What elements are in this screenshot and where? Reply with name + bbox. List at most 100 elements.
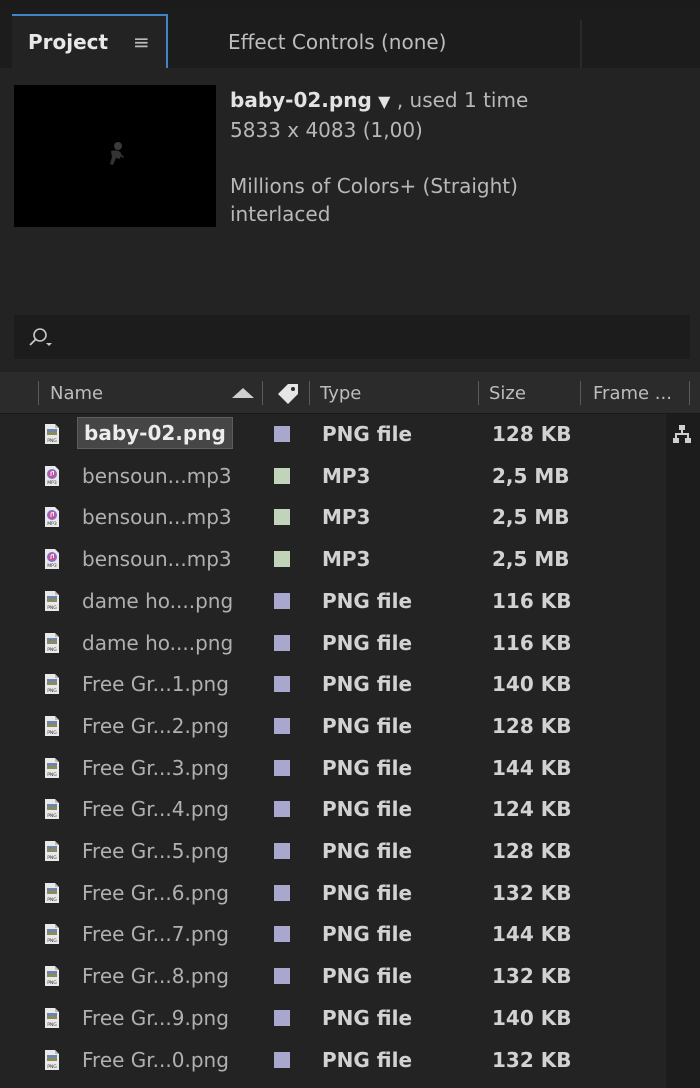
- project-item-row[interactable]: PNG Free Gr...9.png PNG file 140 KB: [0, 998, 666, 1040]
- project-item-row[interactable]: MP3 bensoun...mp3 MP3 2,5 MB: [0, 456, 666, 498]
- tab-project-label: Project: [28, 30, 109, 54]
- item-name[interactable]: Free Gr...2.png: [82, 714, 229, 738]
- item-size: 2,5 MB: [492, 463, 570, 488]
- item-type: PNG file: [322, 964, 413, 989]
- label-color-swatch[interactable]: [274, 1009, 290, 1026]
- label-color-swatch[interactable]: [274, 467, 290, 484]
- label-color-swatch[interactable]: [274, 509, 290, 526]
- project-item-row[interactable]: MP3 bensoun...mp3 MP3 2,5 MB: [0, 539, 666, 581]
- column-divider[interactable]: [38, 381, 39, 405]
- project-item-row[interactable]: PNG Free Gr...4.png PNG file 124 KB: [0, 789, 666, 831]
- column-divider[interactable]: [580, 381, 581, 405]
- panel-menu-icon[interactable]: ≡: [133, 30, 150, 54]
- svg-text:PNG: PNG: [47, 730, 57, 736]
- item-type: PNG file: [322, 797, 413, 822]
- project-item-row[interactable]: PNG baby-02.png PNG file 128 KB: [0, 414, 666, 456]
- project-item-row[interactable]: PNG Free Gr...6.png PNG file 132 KB: [0, 873, 666, 915]
- column-divider[interactable]: [478, 381, 479, 405]
- project-item-row[interactable]: MP3 bensoun...mp3 MP3 2,5 MB: [0, 497, 666, 539]
- list-right-gutter: [666, 414, 700, 1088]
- svg-text:PNG: PNG: [47, 897, 57, 903]
- item-name[interactable]: Free Gr...7.png: [82, 922, 229, 946]
- sort-ascending-icon[interactable]: [232, 388, 254, 398]
- item-size: 2,5 MB: [492, 505, 570, 530]
- column-divider[interactable]: [689, 381, 690, 405]
- item-name[interactable]: bensoun...mp3: [82, 505, 232, 529]
- flowchart-icon[interactable]: [672, 424, 692, 444]
- item-type: MP3: [322, 547, 371, 572]
- label-color-swatch[interactable]: [274, 884, 290, 901]
- png-file-icon: PNG: [44, 882, 60, 903]
- item-name[interactable]: Free Gr...3.png: [82, 756, 229, 780]
- png-file-icon: PNG: [44, 841, 60, 861]
- mp3-file-icon: MP3: [44, 507, 60, 528]
- project-item-row[interactable]: PNG dame ho....png PNG file 116 KB: [0, 581, 666, 623]
- item-name[interactable]: baby-02.png: [77, 417, 233, 449]
- project-item-row[interactable]: PNG dame ho....png PNG file 116 KB: [0, 623, 666, 665]
- item-name[interactable]: Free Gr...1.png: [82, 672, 229, 696]
- project-item-row[interactable]: PNG Free Gr...5.png PNG file 128 KB: [0, 831, 666, 873]
- label-color-swatch[interactable]: [274, 717, 290, 734]
- footage-filename[interactable]: baby-02.png: [230, 88, 372, 112]
- label-color-swatch[interactable]: [274, 843, 290, 859]
- item-type: PNG file: [322, 880, 413, 905]
- item-name[interactable]: Free Gr...6.png: [82, 881, 229, 905]
- item-name[interactable]: Free Gr...8.png: [82, 964, 229, 988]
- item-name[interactable]: Free Gr...0.png: [82, 1048, 229, 1072]
- baby-figure-thumbnail: [110, 142, 124, 165]
- item-type: PNG file: [322, 1005, 413, 1030]
- project-item-row[interactable]: PNG Free Gr...2.png PNG file 128 KB: [0, 706, 666, 748]
- project-item-row[interactable]: PNG Free Gr...3.png PNG file 144 KB: [0, 748, 666, 790]
- item-size: 140 KB: [492, 672, 572, 697]
- item-name[interactable]: Free Gr...5.png: [82, 839, 229, 863]
- column-divider[interactable]: [309, 381, 310, 405]
- search-icon[interactable]: [28, 327, 54, 349]
- label-color-swatch[interactable]: [274, 592, 290, 609]
- item-size: 128 KB: [492, 422, 572, 446]
- item-name[interactable]: dame ho....png: [82, 589, 233, 613]
- item-size: 144 KB: [492, 755, 572, 780]
- label-color-swatch[interactable]: [274, 676, 290, 693]
- tab-effect-controls[interactable]: Effect Controls (none): [228, 30, 447, 54]
- png-file-icon: PNG: [44, 757, 60, 778]
- png-file-icon: PNG: [44, 590, 60, 611]
- column-header-size[interactable]: Size: [489, 383, 526, 404]
- label-color-swatch[interactable]: [274, 801, 290, 818]
- column-divider[interactable]: [262, 381, 263, 405]
- footage-thumbnail: [14, 85, 216, 227]
- item-size: 132 KB: [492, 880, 572, 905]
- tab-project[interactable]: Project ≡: [12, 14, 168, 68]
- column-header-name[interactable]: Name: [50, 383, 103, 404]
- label-color-swatch[interactable]: [274, 551, 290, 568]
- dropdown-arrow-icon[interactable]: ▼: [378, 92, 390, 111]
- item-name[interactable]: bensoun...mp3: [82, 464, 232, 488]
- project-item-row[interactable]: PNG Free Gr...1.png PNG file 140 KB: [0, 664, 666, 706]
- png-file-icon: PNG: [44, 674, 60, 695]
- item-name[interactable]: Free Gr...9.png: [82, 1006, 229, 1030]
- project-item-row[interactable]: PNG Free Gr...0.png PNG file 132 KB: [0, 1040, 666, 1082]
- project-item-row[interactable]: PNG Free Gr...8.png PNG file 132 KB: [0, 956, 666, 998]
- item-name[interactable]: dame ho....png: [82, 631, 233, 655]
- column-header-frame[interactable]: Frame ...: [593, 383, 672, 404]
- png-file-icon: PNG: [44, 799, 60, 820]
- item-name[interactable]: bensoun...mp3: [82, 547, 232, 571]
- item-size: 116 KB: [492, 588, 572, 613]
- project-item-row[interactable]: PNG Free Gr...7.png PNG file 144 KB: [0, 914, 666, 956]
- label-color-swatch[interactable]: [274, 968, 290, 985]
- item-size: 132 KB: [492, 964, 572, 989]
- search-field[interactable]: [14, 315, 690, 359]
- column-header-type[interactable]: Type: [320, 383, 361, 404]
- label-color-swatch[interactable]: [274, 634, 290, 651]
- label-color-swatch[interactable]: [274, 1051, 290, 1068]
- item-type: MP3: [322, 505, 371, 530]
- label-color-swatch[interactable]: [274, 426, 290, 442]
- svg-text:MP3: MP3: [47, 480, 57, 486]
- tab-divider: [580, 20, 582, 68]
- item-size: 124 KB: [492, 797, 572, 822]
- label-color-swatch[interactable]: [274, 926, 290, 943]
- item-name[interactable]: Free Gr...4.png: [82, 797, 229, 821]
- label-tag-icon[interactable]: [276, 382, 300, 404]
- svg-text:PNG: PNG: [47, 980, 57, 986]
- footage-info-panel: baby-02.png ▼ , used 1 time 5833 x 4083 …: [0, 68, 700, 314]
- label-color-swatch[interactable]: [274, 759, 290, 776]
